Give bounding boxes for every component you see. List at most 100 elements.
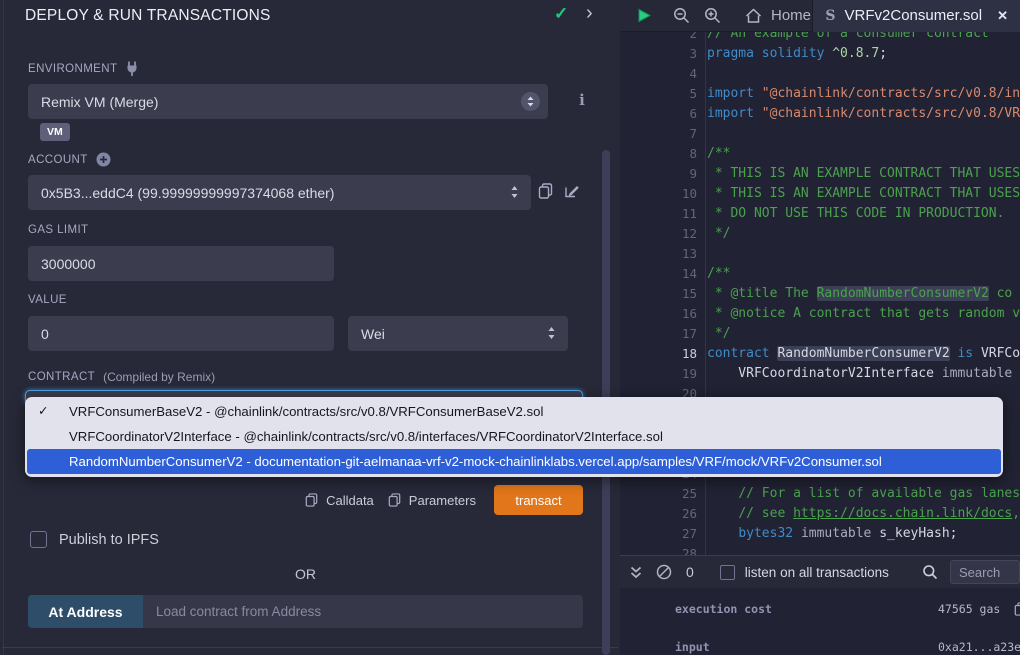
code-line: 11 * DO NOT USE THIS CODE IN PRODUCTION. <box>620 204 1020 224</box>
line-number: 14 <box>620 264 697 284</box>
edit-account-icon[interactable] <box>564 183 580 199</box>
deploy-actions-row: Calldata Parameters transact <box>0 485 583 515</box>
code-text: bytes32 immutable s_keyHash; <box>697 524 957 544</box>
transaction-details: execution cost47565 gasinput0xa21...a23e… <box>620 588 1020 655</box>
contract-option-label: VRFCoordinatorV2Interface - @chainlink/c… <box>69 429 663 444</box>
code-text: // see https://docs.chain.link/docs, <box>697 504 1020 524</box>
terminal-collapse-icon[interactable] <box>630 566 642 579</box>
contract-option[interactable]: VRFCoordinatorV2Interface - @chainlink/c… <box>25 424 1003 449</box>
select-arrows-icon <box>547 326 556 340</box>
code-text: */ <box>697 224 730 244</box>
code-line: 5import "@chainlink/contracts/src/v0.8/i… <box>620 84 1020 104</box>
code-line: 19 VRFCoordinatorV2Interface immutable <box>620 364 1020 384</box>
at-address-button[interactable]: At Address <box>28 595 143 628</box>
copy-icon <box>305 493 318 507</box>
code-line: 6import "@chainlink/contracts/src/v0.8/V… <box>620 104 1020 124</box>
code-line: 25 // For a list of available gas lanes <box>620 484 1020 504</box>
active-tab-label: VRFv2Consumer.sol <box>845 7 983 24</box>
line-number: 10 <box>620 184 697 204</box>
copy-icon[interactable] <box>1014 602 1020 616</box>
line-number: 25 <box>620 484 697 504</box>
code-text: pragma solidity ^0.8.7; <box>697 44 887 64</box>
home-tab-label: Home <box>771 7 811 24</box>
zoom-in-icon[interactable] <box>704 7 721 24</box>
code-text: import "@chainlink/contracts/src/v0.8/VR <box>697 104 1020 124</box>
remix-ide: DEPLOY & RUN TRANSACTIONS ✓ › ENVIRONMEN… <box>0 0 1020 655</box>
account-label-row: ACCOUNT <box>28 152 111 167</box>
listen-all-transactions-checkbox[interactable] <box>720 565 735 580</box>
line-number: 18 <box>620 344 697 364</box>
vm-badge: VM <box>40 123 70 141</box>
publish-ipfs-checkbox[interactable] <box>30 531 47 548</box>
environment-select[interactable]: Remix VM (Merge) <box>28 84 548 119</box>
select-arrows-icon <box>510 185 519 199</box>
compile-success-check-icon: ✓ <box>554 4 568 24</box>
code-text: VRFCoordinatorV2Interface immutable <box>697 364 1012 384</box>
line-number: 11 <box>620 204 697 224</box>
close-tab-icon[interactable]: ✕ <box>997 8 1008 24</box>
environment-label: ENVIRONMENT <box>28 63 117 75</box>
add-account-icon[interactable] <box>96 152 111 167</box>
listen-all-transactions-label: listen on all transactions <box>745 565 889 580</box>
code-line: 8/** <box>620 144 1020 164</box>
contract-option-label: RandomNumberConsumerV2 - documentation-g… <box>69 454 882 469</box>
code-line: 26 // see https://docs.chain.link/docs, <box>620 504 1020 524</box>
code-text: import "@chainlink/contracts/src/v0.8/in <box>697 84 1020 104</box>
value-label: VALUE <box>28 294 67 306</box>
value-input[interactable] <box>28 316 334 351</box>
code-line: 28 <box>620 544 1020 555</box>
code-text: contract RandomNumberConsumerV2 is VRFCo <box>697 344 1020 364</box>
gas-limit-input[interactable] <box>28 246 334 281</box>
terminal-detail-row: execution cost47565 gas <box>675 590 1020 628</box>
or-separator: OR <box>28 566 583 582</box>
transact-button[interactable]: transact <box>494 485 583 515</box>
environment-label-row: ENVIRONMENT <box>28 61 139 76</box>
contract-option[interactable]: ✓VRFConsumerBaseV2 - @chainlink/contract… <box>25 399 1003 424</box>
zoom-out-icon[interactable] <box>673 7 690 24</box>
at-address-input[interactable] <box>143 595 583 628</box>
line-number: 17 <box>620 324 697 344</box>
select-arrows-icon <box>521 92 540 111</box>
contract-dropdown: ✓VRFConsumerBaseV2 - @chainlink/contract… <box>25 397 1003 477</box>
code-text: /** <box>697 264 730 284</box>
calldata-button[interactable]: Calldata <box>305 493 374 508</box>
detail-label: execution cost <box>675 602 938 616</box>
account-label: ACCOUNT <box>28 154 88 166</box>
line-number: 19 <box>620 364 697 384</box>
run-script-play-icon[interactable] <box>638 8 651 23</box>
code-line: 15 * @title The RandomNumberConsumerV2 c… <box>620 284 1020 304</box>
detail-label: input <box>675 640 938 654</box>
panel-collapse-chevron-icon[interactable]: › <box>586 2 593 25</box>
contract-option[interactable]: RandomNumberConsumerV2 - documentation-g… <box>27 449 1001 474</box>
code-text: * THIS IS AN EXAMPLE CONTRACT THAT USES <box>697 184 1020 204</box>
code-line: 4 <box>620 64 1020 84</box>
code-text: */ <box>697 324 730 344</box>
deploy-run-panel: DEPLOY & RUN TRANSACTIONS ✓ › ENVIRONMEN… <box>0 0 620 655</box>
detail-value: 47565 gas <box>938 602 1020 616</box>
code-text: * DO NOT USE THIS CODE IN PRODUCTION. <box>697 204 1004 224</box>
clear-console-ban-icon[interactable] <box>656 564 672 580</box>
code-line: 12 */ <box>620 224 1020 244</box>
code-line: 14/** <box>620 264 1020 284</box>
panel-title: DEPLOY & RUN TRANSACTIONS <box>25 7 271 25</box>
plug-icon <box>125 61 139 76</box>
tab-active-file[interactable]: S VRFv2Consumer.sol ✕ <box>812 0 1020 32</box>
gas-limit-label: GAS LIMIT <box>28 224 88 236</box>
line-number: 27 <box>620 524 697 544</box>
line-number: 16 <box>620 304 697 324</box>
value-unit-select[interactable]: Wei <box>348 316 568 351</box>
environment-info-icon[interactable]: i <box>575 91 589 109</box>
copy-account-icon[interactable] <box>538 183 553 199</box>
account-select[interactable]: 0x5B3...eddC4 (99.99999999997374068 ethe… <box>28 175 531 210</box>
terminal-search-input[interactable] <box>950 560 1020 584</box>
line-number: 9 <box>620 164 697 184</box>
code-text: * @title The RandomNumberConsumerV2 co <box>697 284 1012 304</box>
environment-value: Remix VM (Merge) <box>41 94 158 110</box>
line-number: 5 <box>620 84 697 104</box>
code-line: 7 <box>620 124 1020 144</box>
code-line: 17 */ <box>620 324 1020 344</box>
tab-home[interactable]: Home <box>745 7 811 24</box>
search-icon <box>922 564 938 580</box>
line-number: 15 <box>620 284 697 304</box>
parameters-button[interactable]: Parameters <box>388 493 476 508</box>
